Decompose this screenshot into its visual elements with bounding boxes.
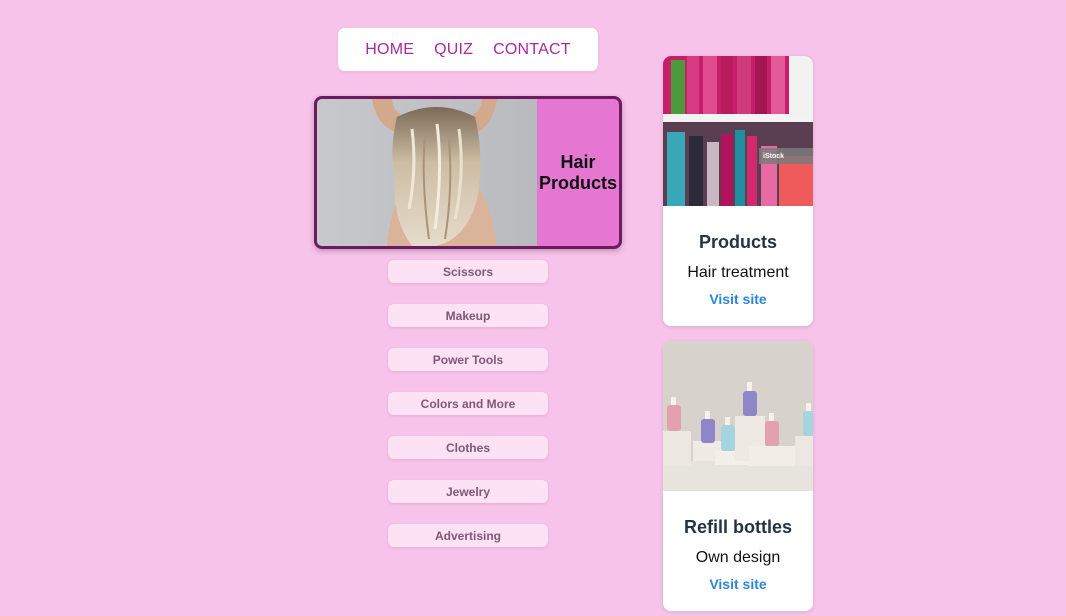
product-card-refill-bottles: Refill bottles Own design Visit site (663, 341, 813, 611)
visit-site-link[interactable]: Visit site (709, 576, 766, 592)
category-button-jewelry[interactable]: Jewelry (388, 480, 548, 503)
visit-site-link[interactable]: Visit site (709, 291, 766, 307)
istock-watermark: iStock (763, 153, 784, 160)
hair-products-label: Hair Products (537, 99, 619, 246)
nav-contact-link[interactable]: CONTACT (493, 41, 571, 59)
hair-products-label-line1: Hair (560, 151, 596, 172)
category-button-power-tools[interactable]: Power Tools (388, 348, 548, 371)
product-card-body: Products Hair treatment Visit site (663, 232, 813, 309)
nav-quiz-link[interactable]: QUIZ (434, 41, 473, 59)
card-text: Own design (695, 549, 781, 566)
hair-banner-image (317, 99, 537, 246)
hair-products-label-line2: Products (538, 172, 617, 193)
card-title: Refill bottles (683, 517, 792, 537)
card-text: Hair treatment (687, 264, 789, 281)
category-button-scissors[interactable]: Scissors (388, 260, 548, 283)
card-title: Products (698, 232, 777, 252)
refill-bottles-image (663, 341, 813, 491)
top-nav: HOME QUIZ CONTACT (338, 28, 598, 71)
category-button-advertising[interactable]: Advertising (388, 524, 548, 547)
product-card-body: Refill bottles Own design Visit site (663, 517, 813, 594)
nav-home-link[interactable]: HOME (365, 41, 414, 59)
product-card-products: iStock Products Hair treatment Visit sit… (663, 56, 813, 326)
category-button-colors-and-more[interactable]: Colors and More (388, 392, 548, 415)
store-shelf-image: iStock (663, 56, 813, 206)
category-button-clothes[interactable]: Clothes (388, 436, 548, 459)
category-button-makeup[interactable]: Makeup (388, 304, 548, 327)
hair-products-banner[interactable]: Hair Products (314, 96, 622, 249)
